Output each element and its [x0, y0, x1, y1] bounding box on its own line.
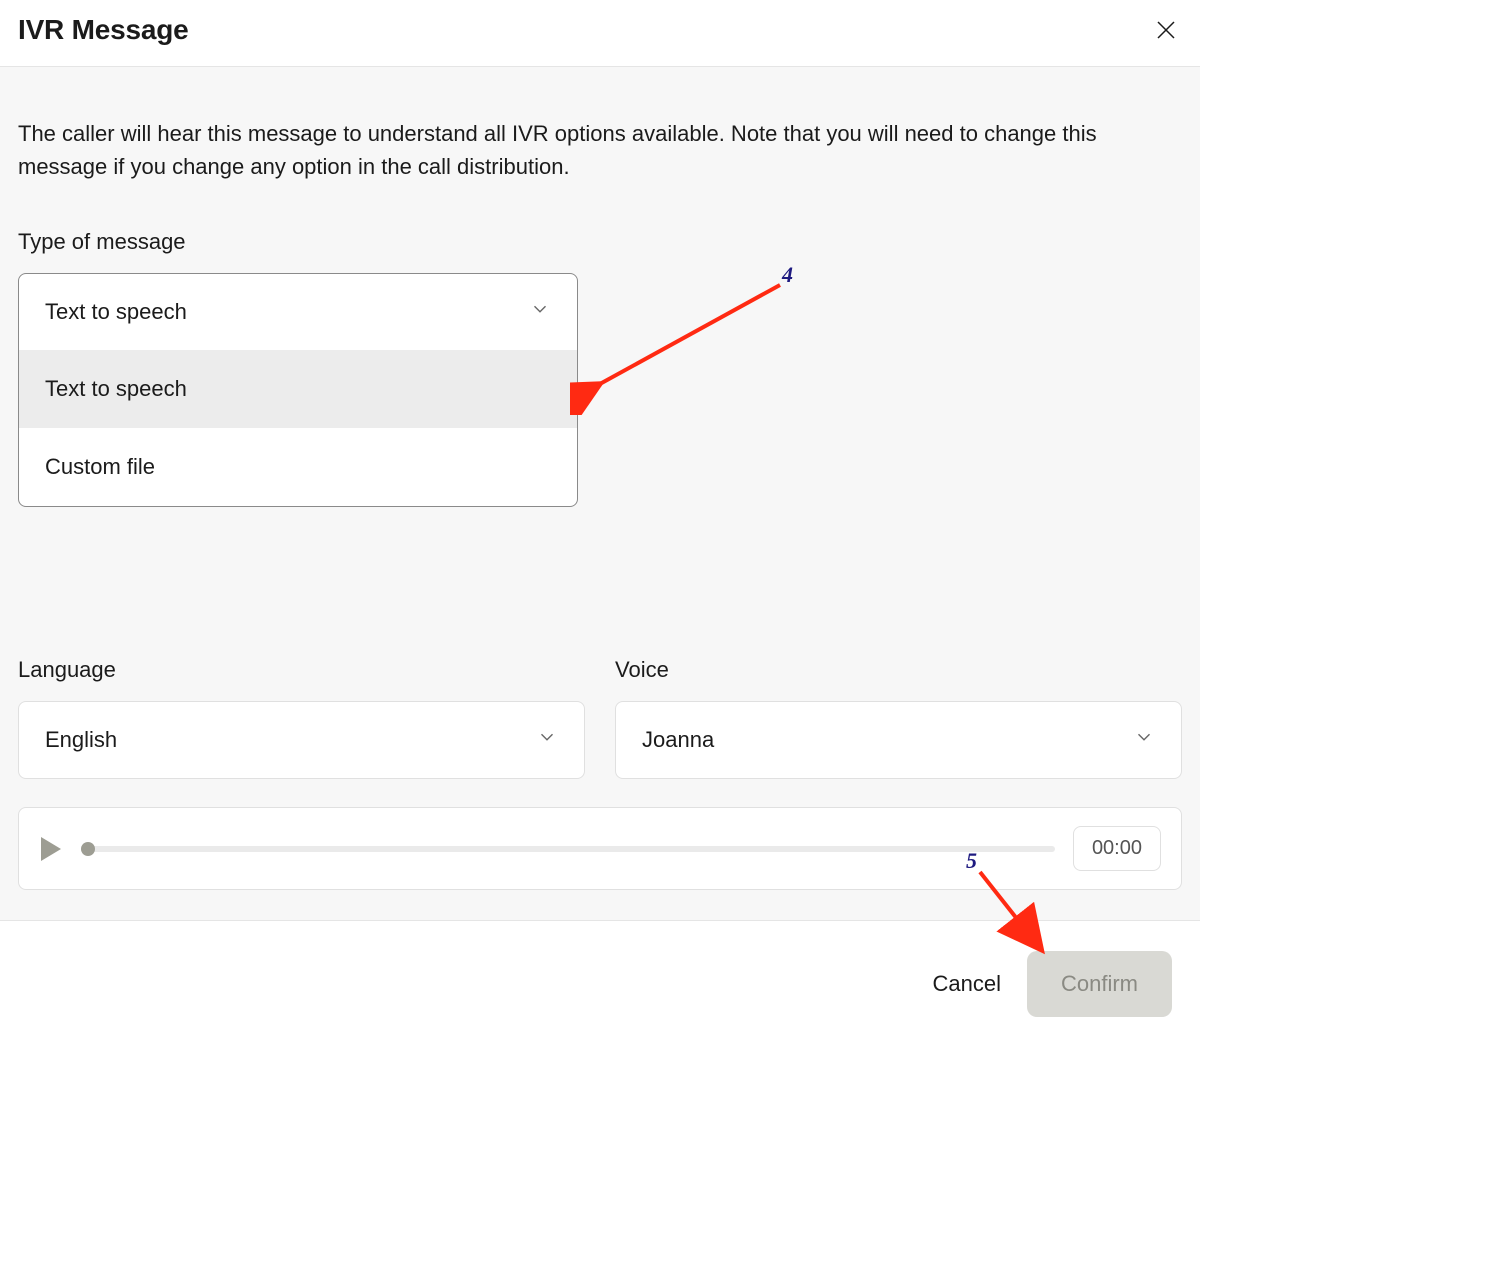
- type-of-message-select-open: Text to speech Text to speech Custom fil…: [18, 273, 578, 507]
- annotation-label-4: 4: [782, 262, 793, 288]
- chevron-down-icon: [1133, 726, 1155, 754]
- annotation-label-5: 5: [966, 848, 977, 874]
- modal-header: IVR Message: [0, 0, 1200, 67]
- language-column: Language English: [18, 657, 585, 779]
- language-voice-row: Language English Voice Joanna: [18, 657, 1182, 779]
- audio-player: 00:00: [18, 807, 1182, 890]
- type-option-text-to-speech[interactable]: Text to speech: [19, 350, 577, 428]
- modal-body: The caller will hear this message to und…: [0, 67, 1200, 920]
- voice-selected-text: Joanna: [642, 727, 714, 753]
- modal-footer: Cancel Confirm: [0, 920, 1200, 1047]
- option-label: Text to speech: [45, 376, 187, 401]
- voice-column: Voice Joanna: [615, 657, 1182, 779]
- chevron-down-icon: [529, 298, 551, 326]
- language-select[interactable]: English: [18, 701, 585, 779]
- option-label: Custom file: [45, 454, 155, 479]
- audio-track[interactable]: [81, 846, 1055, 852]
- chevron-down-icon: [536, 726, 558, 754]
- voice-select[interactable]: Joanna: [615, 701, 1182, 779]
- type-of-message-selected[interactable]: Text to speech: [19, 274, 577, 350]
- voice-label: Voice: [615, 657, 1182, 683]
- language-label: Language: [18, 657, 585, 683]
- type-option-custom-file[interactable]: Custom file: [19, 428, 577, 506]
- modal-description: The caller will hear this message to und…: [18, 117, 1182, 183]
- play-icon[interactable]: [39, 835, 63, 863]
- confirm-button[interactable]: Confirm: [1027, 951, 1172, 1017]
- language-selected-text: English: [45, 727, 117, 753]
- type-of-message-dropdown: Text to speech Text to speech Custom fil…: [18, 273, 578, 507]
- cancel-button[interactable]: Cancel: [933, 971, 1001, 997]
- modal-title: IVR Message: [18, 14, 189, 46]
- type-of-message-label: Type of message: [18, 229, 1182, 255]
- audio-track-thumb[interactable]: [81, 842, 95, 856]
- close-icon[interactable]: [1150, 14, 1182, 46]
- ivr-message-modal: IVR Message The caller will hear this me…: [0, 0, 1200, 1047]
- type-of-message-selected-text: Text to speech: [45, 299, 187, 325]
- audio-time: 00:00: [1073, 826, 1161, 871]
